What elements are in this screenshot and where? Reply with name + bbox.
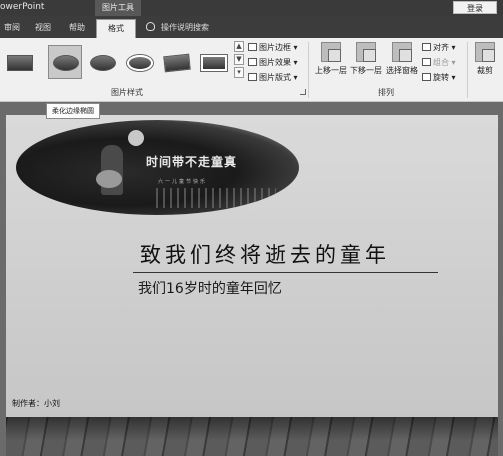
slide-title[interactable]: 致我们终将逝去的童年 [140, 239, 390, 269]
align-label: 对齐 [433, 43, 449, 52]
picture-effects-label: 图片效果 [259, 58, 291, 67]
wooden-floor-background [6, 417, 498, 456]
group-label: 组合 [433, 58, 449, 67]
group-separator [467, 42, 468, 98]
bring-forward-label: 上移一层 [315, 66, 347, 75]
effects-icon [248, 58, 257, 66]
author-label[interactable]: 制作者：小刘 [12, 398, 60, 409]
head-shape [128, 130, 144, 146]
gallery-scroll-up-button[interactable]: ▲ [234, 41, 244, 52]
align-button[interactable]: 对齐 ▾ [422, 42, 456, 54]
login-button[interactable]: 登录 [453, 1, 497, 14]
picture-border-button[interactable]: 图片边框 ▾ [248, 42, 298, 54]
lights-decoration [156, 188, 276, 208]
style-preview [90, 55, 116, 71]
tab-review[interactable]: 审阅 [0, 19, 24, 38]
tab-view[interactable]: 视图 [30, 19, 56, 38]
bring-forward-button[interactable]: 上移一层 [314, 42, 348, 76]
style-thumb-4[interactable] [122, 45, 156, 79]
lightbulb-icon [146, 22, 155, 31]
tell-me-search[interactable]: 操作说明搜索 [146, 19, 209, 36]
soft-edge-oval-picture[interactable]: 时间带不走童真 六一儿童节快乐 [16, 120, 299, 215]
send-backward-icon [356, 42, 376, 62]
style-preview [201, 55, 227, 71]
group-icon [422, 58, 431, 66]
selection-pane-button[interactable]: 选择窗格 [385, 42, 419, 76]
send-backward-button[interactable]: 下移一层 [349, 42, 383, 76]
crop-button[interactable]: 裁剪 [471, 42, 499, 76]
slide-subtitle[interactable]: 我们16岁时的童年回忆 [138, 278, 282, 298]
ribbon-tabs: 审阅 视图 帮助 格式 操作说明搜索 [0, 16, 503, 38]
tell-me-label: 操作说明搜索 [161, 23, 209, 32]
crop-icon [475, 42, 495, 62]
layout-icon [248, 73, 257, 81]
gallery-more-button[interactable]: ▾ [234, 67, 244, 78]
picture-layout-button[interactable]: 图片版式 ▾ [248, 72, 298, 84]
ribbon: ▲ ▼ ▾ 图片边框 ▾ 图片效果 ▾ 图片版式 ▾ 图片样式 上移一层 下移一… [0, 38, 503, 102]
style-thumb-6[interactable] [196, 45, 230, 79]
arrange-group-label: 排列 [378, 88, 394, 97]
selection-pane-icon [392, 42, 412, 62]
style-preview [163, 53, 191, 73]
style-thumb-5[interactable] [159, 45, 193, 79]
style-tooltip: 柔化边缘椭圆 [46, 103, 100, 119]
picture-caption: 时间带不走童真 [146, 155, 238, 169]
style-thumb-soft-edge-oval[interactable] [48, 45, 82, 79]
dialog-launcher-icon[interactable] [300, 89, 306, 95]
rotate-label: 旋转 [433, 73, 449, 82]
style-preview [127, 55, 153, 71]
app-title: owerPoint [0, 2, 45, 12]
bring-forward-icon [321, 42, 341, 62]
crop-label: 裁剪 [477, 66, 493, 75]
picture-layout-label: 图片版式 [259, 73, 291, 82]
tab-format[interactable]: 格式 [96, 19, 136, 38]
picture-effects-button[interactable]: 图片效果 ▾ [248, 57, 298, 69]
rotate-button[interactable]: 旋转 ▾ [422, 72, 456, 84]
style-preview [7, 55, 33, 71]
pencil-border-icon [248, 43, 257, 51]
title-divider [133, 272, 438, 273]
picture-subcaption: 六一儿童节快乐 [158, 179, 208, 185]
group-button[interactable]: 组合 ▾ [422, 57, 456, 69]
send-backward-label: 下移一层 [350, 66, 382, 75]
rotate-icon [422, 73, 431, 81]
picture-styles-gallery [0, 42, 232, 82]
slide[interactable]: 时间带不走童真 六一儿童节快乐 致我们终将逝去的童年 我们16岁时的童年回忆 制… [6, 115, 498, 456]
picture-border-label: 图片边框 [259, 43, 291, 52]
guitar-shape [96, 170, 122, 188]
style-thumb-3[interactable] [85, 45, 119, 79]
style-preview [53, 55, 79, 71]
slide-editing-area: 时间带不走童真 六一儿童节快乐 致我们终将逝去的童年 我们16岁时的童年回忆 制… [0, 102, 503, 456]
tab-help[interactable]: 帮助 [64, 19, 90, 38]
picture-styles-group-label: 图片样式 [111, 88, 143, 97]
style-thumb-1[interactable] [2, 45, 36, 79]
picture-tools-context-label: 图片工具 [95, 0, 141, 16]
group-separator [308, 42, 309, 98]
align-icon [422, 43, 431, 51]
gallery-scroll-down-button[interactable]: ▼ [234, 54, 244, 65]
selection-pane-label: 选择窗格 [386, 66, 418, 75]
title-bar: owerPoint 图片工具 登录 [0, 0, 503, 16]
